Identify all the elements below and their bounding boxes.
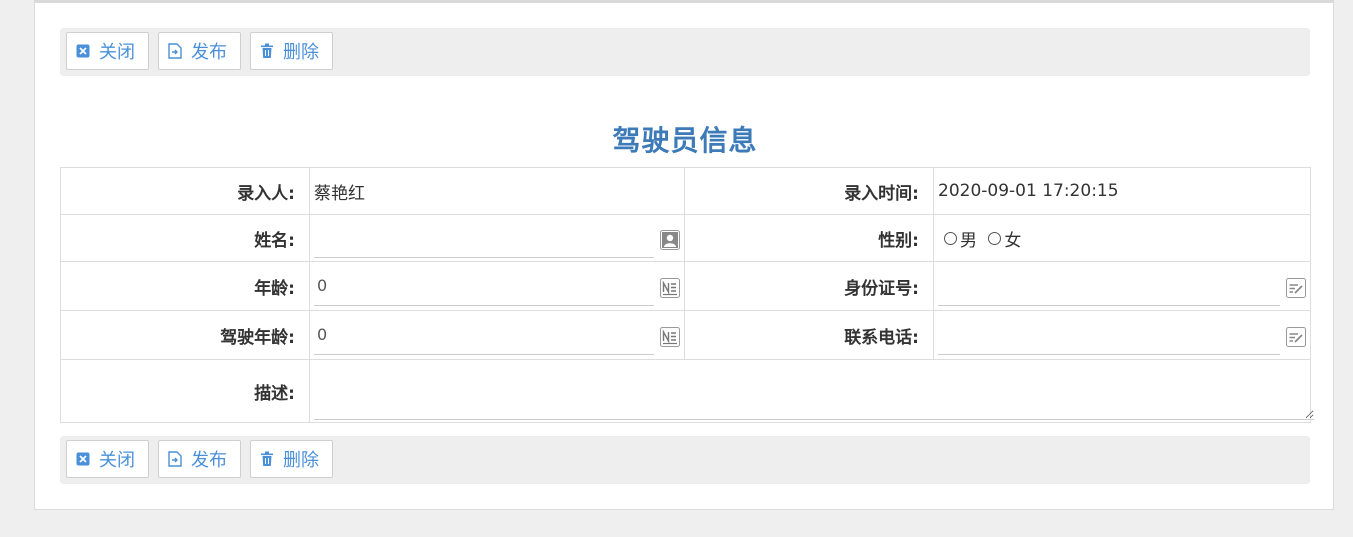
name-label: 姓名: xyxy=(60,214,310,262)
age-label: 年龄: xyxy=(60,261,310,311)
name-field xyxy=(314,218,680,258)
publish-button-label: 发布 xyxy=(191,42,227,63)
name-input[interactable] xyxy=(314,218,654,256)
phone-cell xyxy=(933,310,1311,360)
bottom-toolbar: 关闭 发布 删除 xyxy=(60,436,1310,484)
driving-years-field xyxy=(314,315,680,355)
entered-by-value: 蔡艳红 xyxy=(309,167,685,215)
driving-years-input[interactable] xyxy=(314,315,654,353)
close-icon xyxy=(75,43,91,59)
id-number-input[interactable] xyxy=(938,266,1280,304)
trash-icon xyxy=(259,43,275,59)
delete-button[interactable]: 删除 xyxy=(250,440,333,478)
gender-radio-male[interactable]: 男 xyxy=(944,226,977,251)
edit-text-icon[interactable] xyxy=(1286,327,1306,347)
form-row: 年龄: 身份证号: xyxy=(60,261,1311,311)
form-row: 录入人: 蔡艳红 录入时间: 2020-09-01 17:20:15 xyxy=(60,167,1311,215)
age-cell xyxy=(309,261,685,311)
delete-button-label: 删除 xyxy=(283,450,319,471)
delete-button-label: 删除 xyxy=(283,42,319,63)
gender-option-male: 男 xyxy=(960,230,977,251)
close-icon xyxy=(75,451,91,467)
name-cell xyxy=(309,214,685,262)
age-input[interactable] xyxy=(314,266,654,304)
id-number-label: 身份证号: xyxy=(684,261,934,311)
number-icon[interactable] xyxy=(660,327,680,347)
number-icon[interactable] xyxy=(660,278,680,298)
publish-button[interactable]: 发布 xyxy=(158,32,241,70)
gender-option-female: 女 xyxy=(1004,230,1022,251)
driving-years-cell xyxy=(309,310,685,360)
close-button-label: 关闭 xyxy=(99,450,135,471)
id-number-cell xyxy=(933,261,1311,311)
phone-input[interactable] xyxy=(938,315,1280,353)
form-row: 描述: xyxy=(60,359,1314,423)
publish-icon xyxy=(167,43,183,59)
gender-label: 性别: xyxy=(684,214,934,262)
driver-info-panel: 关闭 发布 删除 驾驶员信息 录入人: 蔡艳红 录入时间: 2020-09-01… xyxy=(34,0,1334,510)
gender-radio-female[interactable]: 女 xyxy=(988,226,1021,251)
publish-button[interactable]: 发布 xyxy=(158,440,241,478)
close-button-label: 关闭 xyxy=(99,42,135,63)
top-toolbar: 关闭 发布 删除 xyxy=(60,28,1310,76)
delete-button[interactable]: 删除 xyxy=(250,32,333,70)
description-label: 描述: xyxy=(60,359,310,423)
user-icon[interactable] xyxy=(660,230,680,250)
phone-field xyxy=(938,315,1306,355)
form-title: 驾驶员信息 xyxy=(612,124,758,157)
close-button[interactable]: 关闭 xyxy=(66,440,149,478)
id-number-field xyxy=(938,266,1306,306)
driving-years-label: 驾驶年龄: xyxy=(60,310,310,360)
age-field xyxy=(314,266,680,306)
entry-time-label: 录入时间: xyxy=(684,167,934,215)
form-row: 姓名: 性别: 男 女 xyxy=(60,214,1311,262)
description-cell xyxy=(309,359,1314,423)
radio-circle-icon xyxy=(988,231,1002,245)
publish-button-label: 发布 xyxy=(191,450,227,471)
publish-icon xyxy=(167,451,183,467)
driver-form-table: 录入人: 蔡艳红 录入时间: 2020-09-01 17:20:15 姓名: 性… xyxy=(60,167,1314,423)
description-textarea[interactable] xyxy=(314,368,1314,420)
trash-icon xyxy=(259,451,275,467)
entry-time-value: 2020-09-01 17:20:15 xyxy=(933,167,1311,215)
edit-text-icon[interactable] xyxy=(1286,278,1306,298)
radio-circle-icon xyxy=(944,231,957,245)
form-row: 驾驶年龄: 联系电话: xyxy=(60,310,1311,360)
entered-by-label: 录入人: xyxy=(60,167,310,215)
gender-cell: 男 女 xyxy=(933,214,1311,262)
phone-label: 联系电话: xyxy=(684,310,934,360)
close-button[interactable]: 关闭 xyxy=(66,32,149,70)
